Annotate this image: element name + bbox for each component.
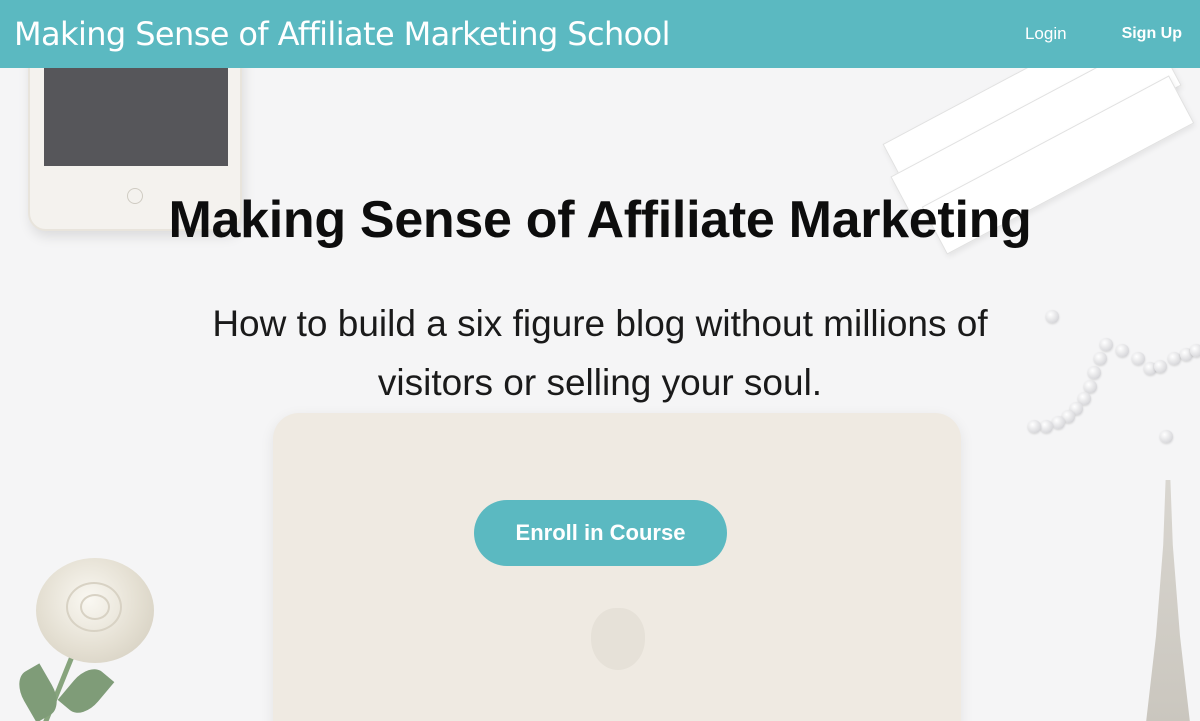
pearl [1116, 344, 1129, 357]
pearl [1052, 416, 1065, 429]
pearl [1084, 380, 1097, 393]
pearl [1132, 352, 1145, 365]
laptop-logo [591, 608, 645, 670]
pearl [1040, 420, 1053, 433]
enroll-in-course-button[interactable]: Enroll in Course [474, 500, 727, 566]
nav-links: Login Sign Up [1025, 24, 1184, 44]
eiffel-tower-decoration-image [1130, 480, 1200, 721]
pearl [1028, 420, 1041, 433]
hero-subtitle: How to build a six figure blog without m… [212, 303, 988, 403]
school-name-link[interactable]: Making Sense of Affiliate Marketing Scho… [14, 15, 671, 53]
pearl [1094, 352, 1107, 365]
pearl [1160, 430, 1173, 443]
top-navbar: Making Sense of Affiliate Marketing Scho… [0, 0, 1200, 68]
laptop-decoration-image [273, 413, 961, 721]
rose-petal [80, 594, 110, 620]
pearl [1100, 338, 1113, 351]
pearl [1154, 360, 1167, 373]
login-link[interactable]: Login [1025, 24, 1067, 44]
tablet-screen [44, 68, 228, 166]
hero-title: Making Sense of Affiliate Marketing [168, 191, 1032, 249]
pearl [1088, 366, 1101, 379]
signup-link[interactable]: Sign Up [1122, 25, 1182, 43]
pearl [1190, 344, 1200, 357]
rose-decoration-image [36, 558, 154, 663]
hero-section: Making Sense of Affiliate Marketing How … [0, 68, 1200, 721]
tower-body [1144, 480, 1192, 721]
